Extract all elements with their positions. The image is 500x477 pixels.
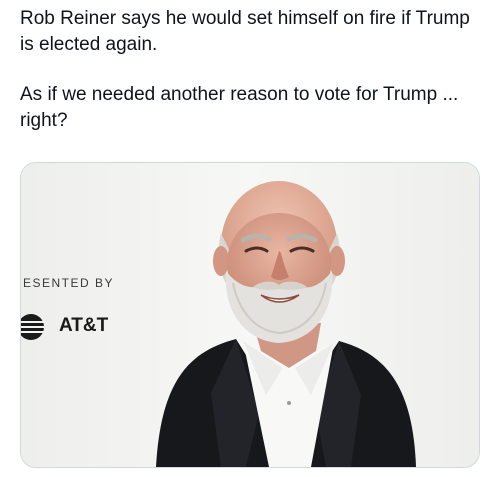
tweet-text-line-two: As if we needed another reason to vote f… xyxy=(20,84,459,131)
tweet: Rob Reiner says he would set himself on … xyxy=(0,0,500,477)
att-globe-icon xyxy=(21,314,44,340)
backdrop-brand-text: AT&T xyxy=(59,315,109,336)
tweet-text: Rob Reiner says he would set himself on … xyxy=(20,6,480,134)
backdrop-sponsor-text: ESENTED BY xyxy=(23,276,115,290)
media-photo[interactable]: ESENTED BY AT&T xyxy=(20,162,480,468)
tweet-text-line-one: Rob Reiner says he would set himself on … xyxy=(20,8,470,55)
